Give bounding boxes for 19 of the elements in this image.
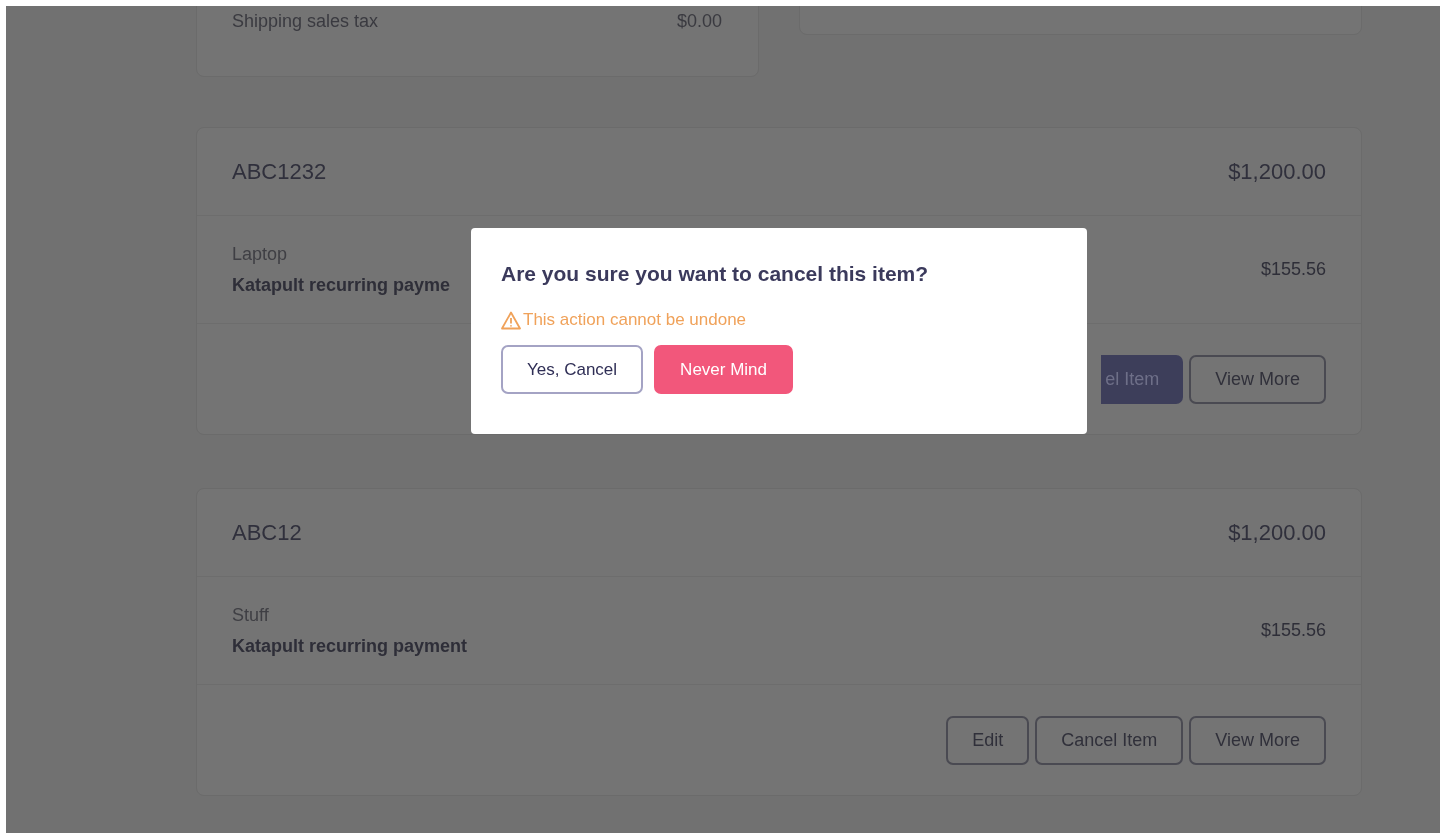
dismiss-button[interactable]: Never Mind xyxy=(654,345,794,394)
item-total: $1,200.00 xyxy=(1228,519,1326,546)
item-code: ABC12 xyxy=(232,519,302,546)
item-action-button[interactable]: Cancel Item xyxy=(1035,715,1184,765)
item-code: ABC1232 xyxy=(232,158,327,185)
item-total: $1,200.00 xyxy=(1228,158,1326,185)
summary-amount: $0.00 xyxy=(676,11,722,32)
warning-text: This action cannot be undone xyxy=(523,310,747,330)
item-action-button[interactable]: View More xyxy=(1189,715,1326,765)
dialog-title: Are you sure you want to cancel this item? xyxy=(501,262,930,286)
confirm-button[interactable]: Yes, Cancel xyxy=(501,345,644,394)
item-action-button[interactable]: View More xyxy=(1189,354,1326,404)
payment-label: Katapult recurring payment xyxy=(232,635,468,657)
payment-amount: $155.56 xyxy=(1260,259,1326,280)
item-action-button[interactable]: Edit xyxy=(946,715,1030,765)
payment-label: Katapult recurring payme xyxy=(232,274,451,296)
warning-icon xyxy=(501,310,521,330)
payment-amount: $155.56 xyxy=(1260,620,1326,641)
summary-label: Shipping sales tax xyxy=(232,11,379,32)
